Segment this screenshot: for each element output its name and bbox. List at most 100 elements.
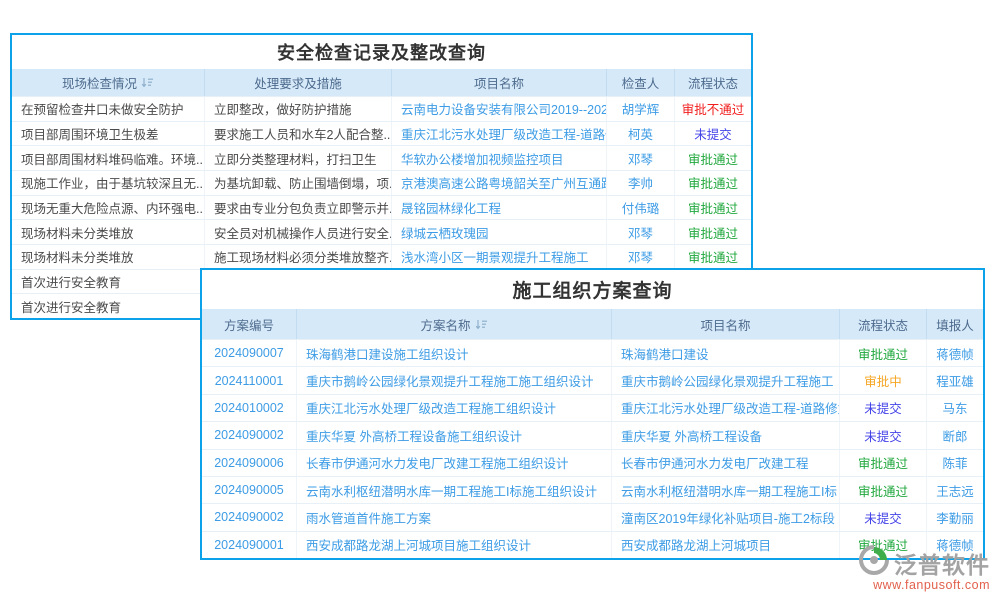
- plan-name-link[interactable]: 西安成都路龙湖上河城项目施工组织设计: [297, 532, 612, 558]
- status-cell: 审批通过: [840, 477, 927, 503]
- table-row[interactable]: 2024090002 雨水管道首件施工方案 潼南区2019年绿化补贴项目-施工2…: [202, 503, 983, 530]
- project-link[interactable]: 重庆华夏 外高桥工程设备: [612, 422, 840, 448]
- plan-no-cell[interactable]: 2024090006: [202, 450, 297, 476]
- inspector-cell: 邓琴: [607, 220, 675, 244]
- project-link[interactable]: 重庆江北污水处理厂级改造工程-道路修复: [392, 122, 607, 146]
- safety-table-header: 现场检查情况 处理要求及措施 项目名称 检查人 流程状态: [12, 69, 751, 96]
- plan-name-link[interactable]: 长春市伊通河水力发电厂改建工程施工组织设计: [297, 450, 612, 476]
- status-cell: 审批通过: [840, 340, 927, 366]
- plan-no-cell[interactable]: 2024090005: [202, 477, 297, 503]
- plan-no-cell[interactable]: 2024090002: [202, 422, 297, 448]
- plan-name-link[interactable]: 重庆江北污水处理厂级改造工程施工组织设计: [297, 395, 612, 421]
- inspector-cell: 邓琴: [607, 245, 675, 269]
- brand-name: 泛普软件: [894, 546, 990, 580]
- plan-no-cell[interactable]: 2024090002: [202, 504, 297, 530]
- table-row[interactable]: 2024110001 重庆市鹅岭公园绿化景观提升工程施工施工组织设计 重庆市鹅岭…: [202, 366, 983, 393]
- table-row[interactable]: 2024090002 重庆华夏 外高桥工程设备施工组织设计 重庆华夏 外高桥工程…: [202, 421, 983, 448]
- table-row[interactable]: 项目部周围材料堆码临难。环境... 立即分类整理材料，打扫卫生 华软办公楼增加视…: [12, 145, 751, 170]
- plan-name-link[interactable]: 云南水利枢纽潜明水库一期工程施工I标施工组织设计: [297, 477, 612, 503]
- plan-no-cell[interactable]: 2024090001: [202, 532, 297, 558]
- plan-table-body: 2024090007 珠海鹤港口建设施工组织设计 珠海鹤港口建设 审批通过 蒋德…: [202, 339, 983, 558]
- situation-cell: 在预留检查井口未做安全防护: [12, 97, 205, 121]
- reporter-cell: 马东: [927, 395, 983, 421]
- header-plan-project[interactable]: 项目名称: [612, 309, 840, 339]
- plan-name-link[interactable]: 雨水管道首件施工方案: [297, 504, 612, 530]
- reporter-cell: 断郎: [927, 422, 983, 448]
- construction-plan-panel: 施工组织方案查询 方案编号 方案名称 项目名称 流程状态 填报人 2024090…: [200, 268, 985, 560]
- status-cell: 未提交: [840, 504, 927, 530]
- project-link[interactable]: 重庆江北污水处理厂级改造工程-道路修复: [612, 395, 840, 421]
- project-link[interactable]: 重庆市鹅岭公园绿化景观提升工程施工: [612, 367, 840, 393]
- plan-name-link[interactable]: 重庆华夏 外高桥工程设备施工组织设计: [297, 422, 612, 448]
- table-row[interactable]: 现场无重大危险点源、内环强电... 要求由专业分包负责立即警示并... 晟铭园林…: [12, 195, 751, 220]
- table-row[interactable]: 项目部周围环境卫生极差 要求施工人员和水车2人配合整... 重庆江北污水处理厂级…: [12, 121, 751, 146]
- project-link[interactable]: 京港澳高速公路粤境韶关至广州互通路面改造: [392, 171, 607, 195]
- plan-name-link[interactable]: 珠海鹤港口建设施工组织设计: [297, 340, 612, 366]
- measure-cell: 施工现场材料必须分类堆放整齐...: [205, 245, 392, 269]
- header-project[interactable]: 项目名称: [392, 69, 607, 96]
- header-plan-no[interactable]: 方案编号: [202, 309, 297, 339]
- sort-icon[interactable]: [141, 77, 154, 88]
- reporter-cell: 蒋德帧: [927, 340, 983, 366]
- inspector-cell: 李帅: [607, 171, 675, 195]
- table-row[interactable]: 2024010002 重庆江北污水处理厂级改造工程施工组织设计 重庆江北污水处理…: [202, 394, 983, 421]
- table-row[interactable]: 现场材料未分类堆放 安全员对机械操作人员进行安全... 绿城云栖玫瑰园 邓琴 审…: [12, 219, 751, 244]
- header-situation[interactable]: 现场检查情况: [12, 69, 205, 96]
- vendor-watermark: 泛普软件 www.fanpusoft.com: [859, 545, 990, 592]
- reporter-cell: 李勤丽: [927, 504, 983, 530]
- table-row[interactable]: 2024090005 云南水利枢纽潜明水库一期工程施工I标施工组织设计 云南水利…: [202, 476, 983, 503]
- screen: 安全检查记录及整改查询 现场检查情况 处理要求及措施 项目名称 检查人 流程状态…: [0, 0, 1000, 600]
- status-cell: 审批通过: [840, 450, 927, 476]
- table-row[interactable]: 2024090007 珠海鹤港口建设施工组织设计 珠海鹤港口建设 审批通过 蒋德…: [202, 339, 983, 366]
- project-link[interactable]: 长春市伊通河水力发电厂改建工程: [612, 450, 840, 476]
- status-cell: 审批通过: [675, 245, 751, 269]
- header-inspector[interactable]: 检查人: [607, 69, 675, 96]
- plan-no-cell[interactable]: 2024010002: [202, 395, 297, 421]
- project-link[interactable]: 浅水湾小区一期景观提升工程施工: [392, 245, 607, 269]
- reporter-cell: 程亚雄: [927, 367, 983, 393]
- inspector-cell: 邓琴: [607, 146, 675, 170]
- header-status[interactable]: 流程状态: [675, 69, 751, 96]
- header-plan-name[interactable]: 方案名称: [297, 309, 612, 339]
- project-link[interactable]: 华软办公楼增加视频监控项目: [392, 146, 607, 170]
- safety-panel-title: 安全检查记录及整改查询: [12, 35, 751, 69]
- project-link[interactable]: 绿城云栖玫瑰园: [392, 220, 607, 244]
- inspector-cell: 胡学辉: [607, 97, 675, 121]
- header-measure[interactable]: 处理要求及措施: [205, 69, 392, 96]
- plan-no-cell[interactable]: 2024110001: [202, 367, 297, 393]
- status-cell: 审批不通过: [675, 97, 751, 121]
- table-row[interactable]: 2024090006 长春市伊通河水力发电厂改建工程施工组织设计 长春市伊通河水…: [202, 449, 983, 476]
- measure-cell: 要求由专业分包负责立即警示并...: [205, 196, 392, 220]
- project-link[interactable]: 西安成都路龙湖上河城项目: [612, 532, 840, 558]
- plan-name-link[interactable]: 重庆市鹅岭公园绿化景观提升工程施工施工组织设计: [297, 367, 612, 393]
- situation-cell: 现施工作业，由于基坑较深且无...: [12, 171, 205, 195]
- measure-cell: 安全员对机械操作人员进行安全...: [205, 220, 392, 244]
- project-link[interactable]: 潼南区2019年绿化补贴项目-施工2标段: [612, 504, 840, 530]
- status-cell: 审批通过: [675, 196, 751, 220]
- status-cell: 未提交: [840, 422, 927, 448]
- table-row[interactable]: 现施工作业，由于基坑较深且无... 为基坑卸载、防止围墙倒塌，项... 京港澳高…: [12, 170, 751, 195]
- measure-cell: 为基坑卸载、防止围墙倒塌，项...: [205, 171, 392, 195]
- project-link[interactable]: 云南水利枢纽潜明水库一期工程施工I标: [612, 477, 840, 503]
- inspector-cell: 柯英: [607, 122, 675, 146]
- situation-cell: 现场材料未分类堆放: [12, 220, 205, 244]
- sort-icon[interactable]: [475, 319, 488, 330]
- reporter-cell: 王志远: [927, 477, 983, 503]
- project-link[interactable]: 晟铭园林绿化工程: [392, 196, 607, 220]
- reporter-cell: 陈菲: [927, 450, 983, 476]
- status-cell: 审批通过: [675, 220, 751, 244]
- measure-cell: 立即分类整理材料，打扫卫生: [205, 146, 392, 170]
- table-row[interactable]: 现场材料未分类堆放 施工现场材料必须分类堆放整齐... 浅水湾小区一期景观提升工…: [12, 244, 751, 269]
- project-link[interactable]: 珠海鹤港口建设: [612, 340, 840, 366]
- project-link[interactable]: 云南电力设备安装有限公司2019--2020年度: [392, 97, 607, 121]
- plan-no-cell[interactable]: 2024090007: [202, 340, 297, 366]
- table-row[interactable]: 在预留检查井口未做安全防护 立即整改，做好防护措施 云南电力设备安装有限公司20…: [12, 96, 751, 121]
- status-cell: 审批通过: [675, 171, 751, 195]
- header-plan-status[interactable]: 流程状态: [840, 309, 927, 339]
- status-cell: 审批中: [840, 367, 927, 393]
- header-plan-reporter[interactable]: 填报人: [927, 309, 983, 339]
- inspector-cell: 付伟璐: [607, 196, 675, 220]
- fanpu-logo-icon: [859, 545, 889, 580]
- plan-panel-title: 施工组织方案查询: [202, 270, 983, 309]
- situation-cell: 首次进行安全教育: [12, 270, 205, 294]
